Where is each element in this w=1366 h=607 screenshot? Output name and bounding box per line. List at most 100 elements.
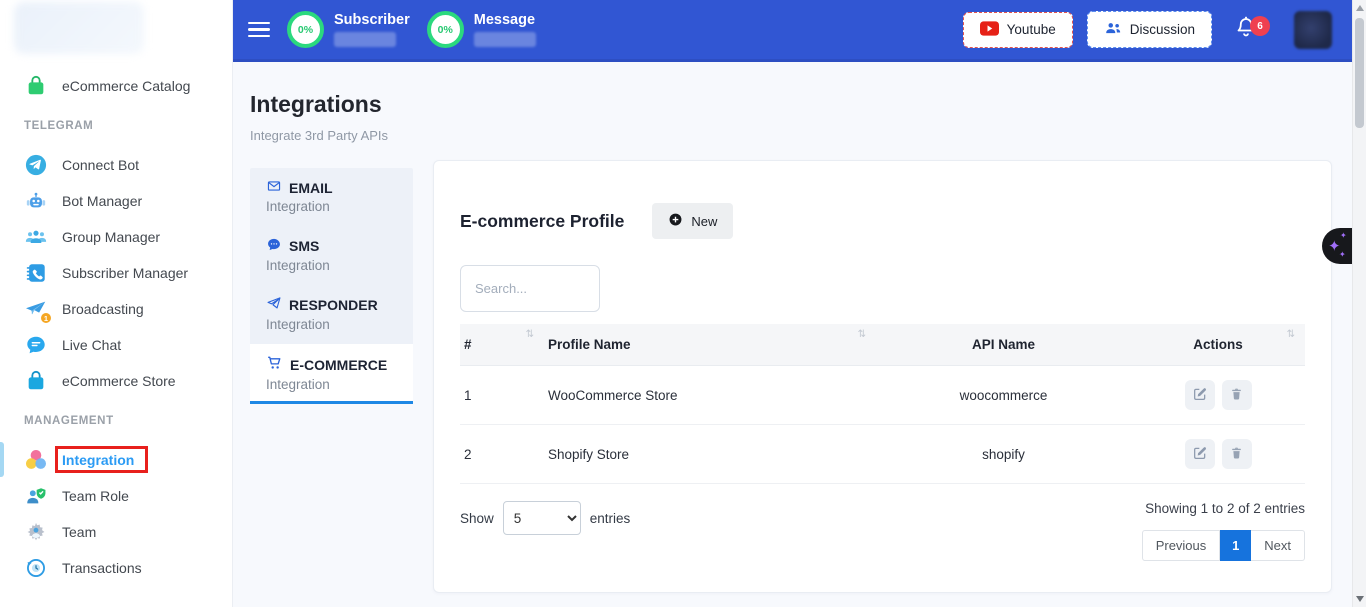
sidebar-item-label: eCommerce Store xyxy=(62,373,176,389)
sidebar-item-group-manager[interactable]: Group Manager xyxy=(0,219,232,255)
plus-circle-icon xyxy=(668,212,683,230)
main-content: Integrations Integrate 3rd Party APIs EM… xyxy=(233,62,1352,607)
sidebar-item-connect-bot[interactable]: Connect Bot xyxy=(0,147,232,183)
subscriber-stat: 0% Subscriber xyxy=(287,11,410,48)
profiles-table: # ⇅ Profile Name ⇅ API Name Ac xyxy=(460,324,1305,484)
notifications-button[interactable]: 6 xyxy=(1234,14,1258,45)
shopping-bag-icon xyxy=(24,74,48,98)
history-clock-icon xyxy=(24,556,48,580)
robot-icon xyxy=(24,189,48,213)
ecommerce-profile-card: E-commerce Profile New # xyxy=(433,160,1332,593)
scrollbar-thumb[interactable] xyxy=(1355,18,1364,128)
paper-plane-icon: 1 xyxy=(24,297,48,321)
column-header-actions[interactable]: Actions ⇅ xyxy=(1131,324,1305,366)
ai-assistant-button[interactable]: ✦ ✦ ✦ xyxy=(1322,228,1352,264)
row-number: 1 xyxy=(460,366,544,425)
edit-icon xyxy=(1192,386,1208,405)
sidebar-item-ecommerce-store[interactable]: eCommerce Store xyxy=(0,363,232,399)
sort-icon[interactable]: ⇅ xyxy=(858,329,866,340)
subscriber-stat-value-blurred xyxy=(334,32,396,47)
message-stat-label: Message xyxy=(474,12,536,28)
subnav-item-ecommerce[interactable]: E-COMMERCE Integration xyxy=(250,344,413,404)
delete-button[interactable] xyxy=(1222,439,1252,469)
sidebar-item-label: eCommerce Catalog xyxy=(62,78,190,94)
column-header-num[interactable]: # ⇅ xyxy=(460,324,544,366)
responder-plane-icon xyxy=(266,296,282,314)
sidebar-item-label: Team Role xyxy=(62,488,129,504)
sidebar-item-bot-manager[interactable]: Bot Manager xyxy=(0,183,232,219)
column-header-profile-name[interactable]: Profile Name ⇅ xyxy=(544,324,876,366)
chat-bubble-icon xyxy=(24,333,48,357)
subnav-item-title: E-COMMERCE xyxy=(290,357,387,373)
sidebar-item-label: Group Manager xyxy=(62,229,160,245)
search-input[interactable] xyxy=(460,265,600,312)
edit-button[interactable] xyxy=(1185,439,1215,469)
delete-button[interactable] xyxy=(1222,380,1252,410)
table-row: 2 Shopify Store shopify xyxy=(460,425,1305,484)
sidebar-item-transactions[interactable]: Transactions xyxy=(0,550,232,586)
person-shield-icon xyxy=(24,484,48,508)
telegram-icon xyxy=(24,153,48,177)
shopping-bag-icon xyxy=(24,369,48,393)
sidebar-item-live-chat[interactable]: Live Chat xyxy=(0,327,232,363)
sidebar-section-management: MANAGEMENT xyxy=(0,399,232,442)
column-header-api-name[interactable]: API Name xyxy=(876,324,1131,366)
api-name-cell: woocommerce xyxy=(876,366,1131,425)
message-stat: 0% Message xyxy=(427,11,536,48)
pagination: Previous 1 Next xyxy=(1142,530,1305,561)
youtube-icon xyxy=(980,21,999,39)
sidebar-item-label: Connect Bot xyxy=(62,157,139,173)
vertical-scrollbar[interactable] xyxy=(1352,0,1366,607)
page-size-select[interactable]: 5 xyxy=(503,501,581,535)
subnav-item-title: EMAIL xyxy=(289,180,333,196)
sidebar-item-team-role[interactable]: Team Role xyxy=(0,478,232,514)
page-title: Integrations xyxy=(250,91,382,118)
youtube-button[interactable]: Youtube xyxy=(963,12,1073,48)
row-number: 2 xyxy=(460,425,544,484)
edit-button[interactable] xyxy=(1185,380,1215,410)
subnav-item-sms[interactable]: SMS Integration xyxy=(250,226,413,285)
scroll-down-arrow-icon[interactable] xyxy=(1356,596,1364,602)
sidebar-item-subscriber-manager[interactable]: Subscriber Manager xyxy=(0,255,232,291)
email-icon xyxy=(266,179,282,196)
sidebar-item-broadcasting[interactable]: 1 Broadcasting xyxy=(0,291,232,327)
sidebar-item-label: Subscriber Manager xyxy=(62,265,188,281)
user-avatar[interactable] xyxy=(1294,11,1332,49)
subscriber-stat-label: Subscriber xyxy=(334,12,410,28)
discussion-button-label: Discussion xyxy=(1130,22,1195,37)
subnav-item-email[interactable]: EMAIL Integration xyxy=(250,168,413,226)
app-window: eCommerce Catalog TELEGRAM Connect Bot B… xyxy=(0,0,1366,607)
new-profile-button[interactable]: New xyxy=(652,203,733,239)
trash-icon xyxy=(1229,386,1244,405)
subscriber-progress-ring: 0% xyxy=(287,11,324,48)
page-subtitle: Integrate 3rd Party APIs xyxy=(250,128,388,143)
sort-icon[interactable]: ⇅ xyxy=(526,329,534,340)
current-page-button[interactable]: 1 xyxy=(1220,530,1251,561)
integration-circles-icon xyxy=(24,448,48,472)
entries-label: entries xyxy=(590,511,631,526)
scroll-up-arrow-icon[interactable] xyxy=(1356,5,1364,11)
sidebar-item-label: Bot Manager xyxy=(62,193,142,209)
subnav-item-subtitle: Integration xyxy=(266,258,399,273)
subnav-item-subtitle: Integration xyxy=(266,199,399,214)
next-page-button[interactable]: Next xyxy=(1251,530,1305,561)
discussion-button[interactable]: Discussion xyxy=(1087,11,1212,48)
trash-icon xyxy=(1229,445,1244,464)
subnav-item-responder[interactable]: RESPONDER Integration xyxy=(250,285,413,344)
show-label: Show xyxy=(460,511,494,526)
sidebar-item-ecommerce-catalog[interactable]: eCommerce Catalog xyxy=(0,68,232,104)
previous-page-button[interactable]: Previous xyxy=(1142,530,1221,561)
showing-entries-text: Showing 1 to 2 of 2 entries xyxy=(1145,501,1305,516)
api-name-cell: shopify xyxy=(876,425,1131,484)
subnav-item-subtitle: Integration xyxy=(266,317,399,332)
message-stat-value-blurred xyxy=(474,32,536,47)
menu-toggle-icon[interactable] xyxy=(248,18,270,41)
sort-icon[interactable]: ⇅ xyxy=(1287,329,1295,340)
edit-icon xyxy=(1192,445,1208,464)
sidebar-item-label: Broadcasting xyxy=(62,301,144,317)
broadcast-count-badge: 1 xyxy=(40,312,52,324)
sidebar-item-team[interactable]: Team xyxy=(0,514,232,550)
contact-book-icon xyxy=(24,261,48,285)
sidebar-item-integration[interactable]: Integration xyxy=(0,442,232,478)
sidebar-item-label: Transactions xyxy=(62,560,142,576)
